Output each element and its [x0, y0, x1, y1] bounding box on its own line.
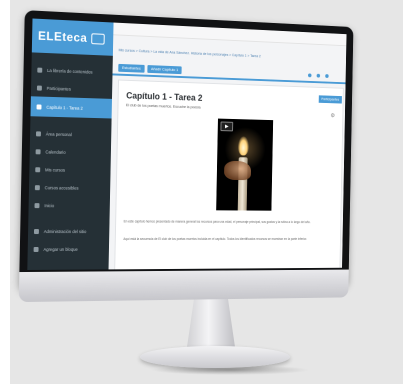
- brand-name: ELEteca: [37, 28, 88, 45]
- brand-logo[interactable]: ELEteca: [31, 18, 114, 56]
- action-tabs: Estudiantes Añadir Capítulo 1: [118, 63, 182, 75]
- sidebar-item-home[interactable]: Inicio: [28, 196, 110, 214]
- video-player[interactable]: [216, 118, 274, 211]
- play-icon[interactable]: [220, 121, 234, 132]
- users-icon: [36, 85, 42, 91]
- page-subtitle: El club de los poetas muertos. Escuche l…: [126, 103, 201, 110]
- sidebar-item-label: La librería de contenidos: [47, 67, 93, 75]
- settings-icon: [33, 228, 39, 234]
- sidebar-item-label: Capítulo 1 - Tarea 2: [46, 104, 83, 111]
- monitor: ELEteca La librería de contenidos Partic…: [18, 10, 354, 303]
- page-title: Capítulo 1 - Tarea 2: [126, 90, 203, 103]
- hand: [223, 160, 252, 181]
- paragraph-intro: En este capítulo hemos presentado de man…: [123, 219, 311, 225]
- sidebar-item-label: Área personal: [45, 131, 72, 137]
- sidebar-item-admin[interactable]: Administración del sitio: [28, 222, 110, 240]
- sidebar-item-dashboard[interactable]: Área personal: [30, 124, 111, 144]
- screen-icon: [91, 32, 105, 45]
- plus-icon: [33, 246, 39, 252]
- sidebar-item-label: Inicio: [44, 202, 55, 208]
- tab-students[interactable]: Estudiantes: [118, 63, 145, 73]
- paragraph-sequence: Aquí está la secuencia de El club de los…: [123, 237, 307, 241]
- sidebar-item-label: Calendario: [45, 148, 66, 155]
- sidebar-item-label: Participantes: [46, 85, 71, 92]
- user-avatar-icon[interactable]: [316, 73, 321, 78]
- candle-flame: [237, 136, 249, 156]
- monitor-chin: [18, 269, 349, 303]
- breadcrumb[interactable]: Mis cursos > Cultura > La vida de Ana Sá…: [119, 48, 343, 63]
- content-card: Capítulo 1 - Tarea 2 El club de los poet…: [114, 79, 344, 270]
- tab-add-chapter[interactable]: Añadir Capítulo 1: [147, 65, 182, 75]
- sidebar-item-add-block[interactable]: Agregar un bloque: [28, 240, 110, 258]
- notification-icon[interactable]: [307, 73, 312, 78]
- sidebar-item-my-courses[interactable]: Mis cursos: [29, 160, 111, 179]
- sidebar: ELEteca La librería de contenidos Partic…: [27, 18, 114, 270]
- monitor-stand-base: [140, 346, 290, 368]
- sidebar-item-label: Administración del sitio: [43, 228, 87, 234]
- sidebar-item-chapter[interactable]: Capítulo 1 - Tarea 2: [30, 96, 112, 119]
- participants-button[interactable]: Participantes: [318, 95, 342, 104]
- screen: ELEteca La librería de contenidos Partic…: [27, 18, 347, 270]
- sidebar-item-accessible[interactable]: Cursos accesibles: [29, 178, 111, 197]
- sidebar-item-label: Mis cursos: [45, 166, 66, 173]
- dashboard-icon: [35, 130, 41, 136]
- sidebar-item-calendar[interactable]: Calendario: [30, 142, 112, 161]
- calendar-icon: [35, 148, 41, 154]
- courses-icon: [35, 166, 41, 172]
- gear-icon[interactable]: ⚙: [330, 112, 335, 119]
- folder-icon: [36, 103, 42, 110]
- menu-icon[interactable]: [325, 74, 329, 78]
- home-icon: [34, 202, 40, 208]
- home-icon: [37, 67, 43, 73]
- book-icon: [34, 184, 40, 190]
- sidebar-item-label: Cursos accesibles: [44, 184, 79, 191]
- toolbar: [307, 73, 329, 78]
- sidebar-item-label: Agregar un bloque: [43, 246, 78, 252]
